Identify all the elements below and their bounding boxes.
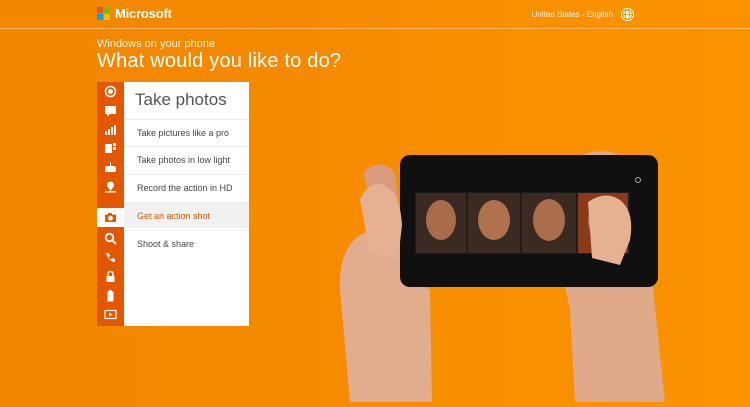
brand-name: Microsoft [115,6,172,21]
menu-item-pictures-like-pro[interactable]: Take pictures like a pro [124,119,249,145]
category-share-screen[interactable] [97,305,124,324]
category-camera[interactable] [97,208,124,227]
top-bar: Microsoft United States - English [0,0,750,29]
category-battery[interactable] [97,286,124,305]
camera-icon [105,213,116,222]
menu-item-record-hd[interactable]: Record the action in HD [124,174,249,200]
menu-item-action-shot[interactable]: Get an action shot [124,202,249,228]
documents-icon [105,143,116,153]
category-lock[interactable] [97,267,124,286]
microsoft-logo[interactable]: Microsoft [97,6,172,21]
category-maps[interactable] [97,177,124,196]
locale-selector[interactable]: United States - English [532,10,613,19]
topic-menu: Take photos Take pictures like a pro Tak… [124,82,249,326]
phone-icon [106,253,115,262]
chart-icon [105,125,116,135]
globe-icon[interactable] [621,8,634,21]
record-icon [104,85,117,98]
message-icon [105,106,116,117]
menu-item-low-light[interactable]: Take photos in low light [124,146,249,172]
map-pin-icon [105,181,116,193]
games-icon [105,162,116,172]
search-icon [104,232,117,245]
category-message[interactable] [97,101,124,120]
category-search[interactable] [97,229,124,248]
battery-icon [107,290,114,302]
category-icon-bar [97,82,124,326]
category-record[interactable] [97,82,124,101]
category-phone[interactable] [97,248,124,267]
windows-logo-icon [97,6,111,21]
category-games[interactable] [97,158,124,177]
share-screen-icon [104,309,117,320]
page-title: What would you like to do? [97,50,342,72]
menu-item-shoot-share[interactable]: Shoot & share [124,230,249,256]
category-chart[interactable] [97,120,124,139]
lock-icon [106,270,115,282]
menu-title: Take photos [135,90,227,109]
category-documents[interactable] [97,139,124,158]
phone-in-hands-illustration [320,140,720,402]
page-subtitle: Windows on your phone [97,38,216,50]
